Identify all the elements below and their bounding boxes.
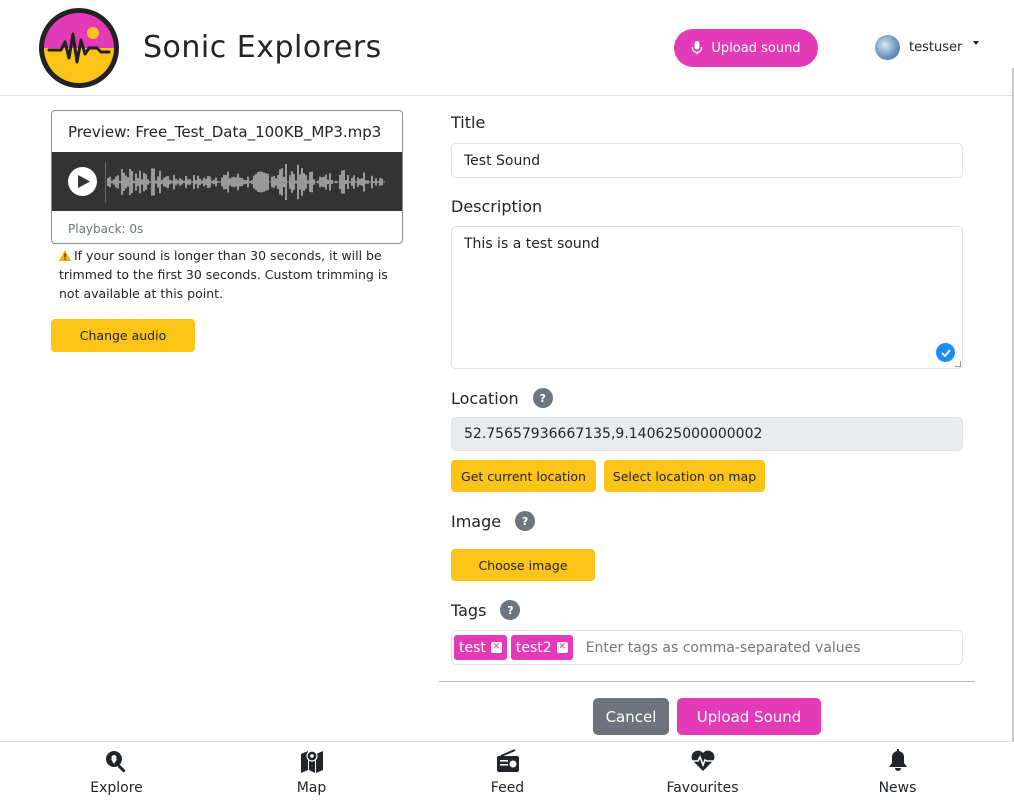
tag-chip: test2 ✕ [510, 635, 573, 660]
play-icon [77, 175, 90, 188]
warning-icon [59, 250, 71, 261]
caret-down-icon [973, 40, 980, 45]
nav-label-news: News [878, 780, 917, 796]
trim-warning: If your sound is longer than 30 seconds,… [59, 246, 399, 303]
tag-label: test2 [515, 639, 552, 656]
select-location-on-map-button[interactable]: Select location on map [604, 460, 765, 492]
location-help-icon[interactable]: ? [532, 388, 553, 408]
image-help-icon[interactable]: ? [515, 511, 536, 531]
nav-item-news[interactable]: News [800, 742, 995, 800]
tags-input[interactable] [585, 639, 886, 656]
upload-sound-submit-button[interactable]: Upload Sound [677, 698, 821, 735]
top-header: Sonic Explorers Upload sound testuser [0, 0, 1014, 96]
tag-chip: test ✕ [454, 635, 507, 660]
description-value: This is a test sound [464, 236, 600, 252]
resize-handle[interactable] [955, 361, 961, 367]
nav-label-favourites: Favourites [666, 780, 739, 796]
cancel-button[interactable]: Cancel [593, 698, 669, 735]
title-input[interactable]: Test Sound [451, 143, 963, 178]
playback-time: Playback: 0s [68, 222, 144, 236]
form-divider [439, 681, 975, 682]
preview-title: Preview: Free_Test_Data_100KB_MP3.mp3 [68, 123, 382, 141]
search-location-icon [105, 751, 125, 773]
nav-item-map[interactable]: Map [214, 742, 409, 800]
audio-preview-card: Preview: Free_Test_Data_100KB_MP3.mp3 Pl… [51, 110, 403, 244]
tag-label: test [459, 639, 486, 656]
audio-player [52, 152, 402, 211]
microphone-icon [692, 41, 703, 55]
remove-tag-icon[interactable]: ✕ [490, 642, 502, 653]
play-button[interactable] [68, 167, 97, 196]
username: testuser [909, 40, 963, 55]
remove-tag-icon[interactable]: ✕ [556, 642, 568, 653]
bell-icon [888, 749, 907, 771]
warning-text: If your sound is longer than 30 seconds,… [59, 248, 388, 301]
heartbeat-icon [691, 750, 714, 771]
nav-item-explore[interactable]: Explore [19, 742, 214, 800]
nav-label-explore: Explore [90, 780, 143, 796]
get-current-location-button[interactable]: Get current location [451, 460, 596, 492]
avatar [875, 35, 900, 60]
title-label: Title [451, 113, 485, 132]
location-label: Location ? [451, 388, 553, 408]
nav-item-feed[interactable]: Feed [410, 742, 605, 800]
image-label-text: Image [451, 511, 502, 531]
description-label: Description [451, 197, 542, 216]
user-menu-dropdown[interactable]: testuser [875, 35, 980, 60]
check-circle-icon [936, 343, 955, 362]
tags-help-icon[interactable]: ? [500, 600, 521, 620]
description-label-text: Description [451, 197, 543, 216]
description-textarea[interactable]: This is a test sound [451, 226, 963, 369]
app-title: Sonic Explorers [143, 30, 382, 65]
choose-image-button[interactable]: Choose image [451, 549, 595, 581]
nav-label-feed: Feed [490, 780, 525, 796]
app-logo[interactable] [39, 8, 119, 88]
waveform[interactable] [105, 160, 387, 204]
tags-label-text: Tags [451, 600, 487, 620]
upload-sound-label: Upload sound [711, 40, 801, 56]
tags-input-box[interactable]: test ✕ test2 ✕ [451, 630, 963, 665]
title-label-text: Title [451, 113, 486, 132]
map-icon [300, 750, 323, 773]
change-audio-button[interactable]: Change audio [51, 319, 195, 352]
location-input[interactable]: 52.75657936667135,9.140625000000002 [451, 417, 963, 451]
bottom-navigation: Explore Map Feed Favourites News [0, 741, 1014, 800]
image-label: Image ? [451, 511, 536, 531]
nav-item-favourites[interactable]: Favourites [605, 742, 800, 800]
radio-icon [496, 749, 519, 772]
nav-label-map: Map [296, 780, 327, 796]
tags-label: Tags ? [451, 600, 521, 620]
location-label-text: Location [451, 388, 519, 408]
upload-sound-button[interactable]: Upload sound [674, 29, 818, 67]
